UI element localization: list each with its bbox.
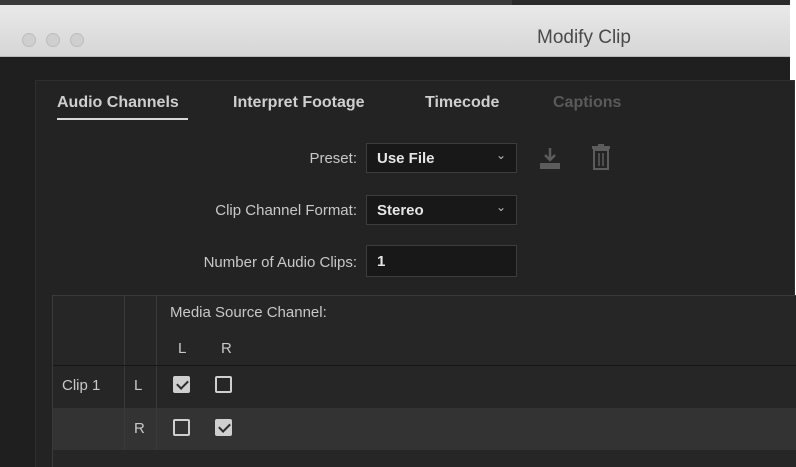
preset-value: Use File (377, 150, 435, 167)
save-preset-icon[interactable] (538, 146, 562, 175)
active-tab-indicator (57, 118, 188, 120)
table-header-separator (53, 365, 796, 366)
title-bar: Modify Clip (0, 5, 790, 57)
tab-audio-channels[interactable]: Audio Channels (57, 94, 179, 112)
chevron-down-icon: ⌄ (495, 148, 506, 162)
number-of-audio-clips-input[interactable]: 1 (366, 245, 517, 277)
table-divider (124, 296, 125, 450)
clip-channel-format-value: Stereo (377, 202, 424, 219)
media-source-channel-header: Media Source Channel: (170, 304, 327, 321)
tab-interpret-footage[interactable]: Interpret Footage (233, 94, 365, 112)
zoom-window-button[interactable] (70, 33, 84, 47)
preset-dropdown[interactable]: Use File ⌄ (366, 143, 517, 173)
column-header-l: L (178, 340, 187, 357)
row-channel-l: L (134, 377, 143, 394)
clip-1-label: Clip 1 (62, 377, 101, 394)
trash-icon[interactable] (590, 144, 612, 175)
clip-channel-format-label: Clip Channel Format: (215, 202, 357, 219)
row-channel-r: R (134, 420, 145, 437)
checkbox-clip1-r-source-l[interactable] (173, 419, 190, 436)
table-row-r-highlight (53, 408, 796, 450)
clip-channel-format-dropdown[interactable]: Stereo ⌄ (366, 195, 517, 225)
preset-label: Preset: (309, 150, 357, 167)
number-of-audio-clips-label: Number of Audio Clips: (203, 254, 357, 271)
checkbox-clip1-l-source-l[interactable] (173, 376, 190, 393)
chevron-down-icon: ⌄ (495, 200, 506, 214)
window-title: Modify Clip (537, 27, 631, 48)
modify-clip-window: Modify Clip Audio Channels Interpret Foo… (0, 0, 796, 467)
minimize-window-button[interactable] (46, 33, 60, 47)
table-divider (156, 296, 157, 450)
tab-captions: Captions (553, 94, 622, 111)
close-window-button[interactable] (22, 33, 36, 47)
tab-timecode[interactable]: Timecode (425, 94, 499, 112)
checkbox-clip1-r-source-r[interactable] (215, 419, 232, 436)
checkbox-clip1-l-source-r[interactable] (215, 376, 232, 393)
column-header-r: R (221, 340, 232, 357)
